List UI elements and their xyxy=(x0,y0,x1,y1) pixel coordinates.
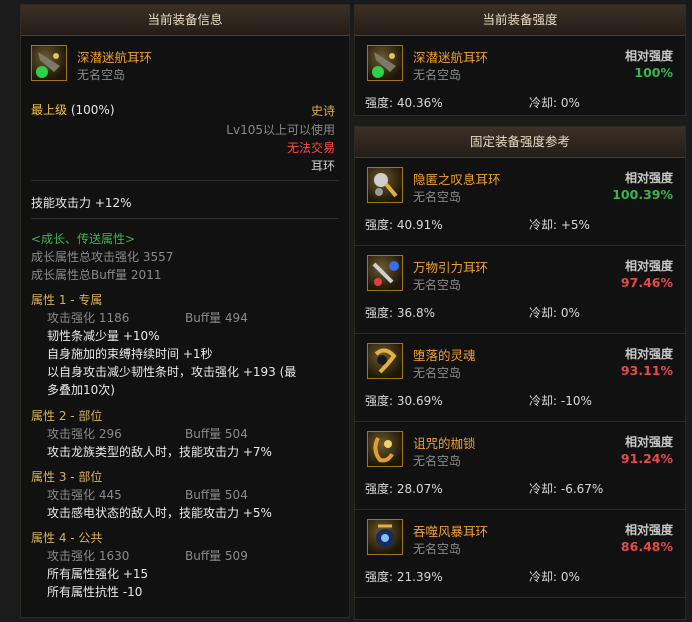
earring-icon-gravity[interactable] xyxy=(367,255,403,291)
item-name: 深潜迷航耳环 xyxy=(77,50,153,65)
item-name: 万物引力耳环 xyxy=(413,260,489,275)
attribute-effect: 以自身攻击减少韧性条时，攻击强化 +193 (最 xyxy=(47,365,297,379)
skill-attack-bonus: 技能攻击力 +12% xyxy=(31,196,132,210)
strength-value: 强度: 30.69% xyxy=(365,394,443,408)
item-source: 无名空岛 xyxy=(413,278,462,292)
relative-strength-label: 相对强度 xyxy=(624,435,673,449)
relative-strength-value: 86.48% xyxy=(620,539,673,554)
attribute-effect: 所有属性抗性 -10 xyxy=(47,585,143,599)
level-requirement: Lv105以上可以使用 xyxy=(226,123,335,137)
growth-total-attack: 成长属性总攻击强化 3557 xyxy=(31,250,174,264)
reference-item-card[interactable]: 诅咒的枷锁无名空岛 相对强度 91.24% 强度: 28.07% 冷却: -6.67% xyxy=(355,421,685,510)
attribute-effect: 所有属性强化 +15 xyxy=(47,567,149,581)
strength-value: 强度: 40.91% xyxy=(365,218,443,232)
growth-total-buff: 成长属性总Buff量 2011 xyxy=(31,268,162,282)
strength-value: 强度: 40.36% xyxy=(365,96,443,110)
earring-icon[interactable] xyxy=(367,45,403,81)
strength-value: 强度: 28.07% xyxy=(365,482,443,496)
reference-item-card[interactable]: 万物引力耳环 无名空岛 相对强度 97.46% 强度: 36.8% 冷却: 0% xyxy=(355,245,685,334)
strength-value: 强度: 36.8% xyxy=(365,306,435,320)
item-source: 无名空岛 xyxy=(413,454,462,468)
attribute-buff: Buff量 504 xyxy=(185,488,248,502)
relative-strength-label: 相对强度 xyxy=(624,259,673,273)
attribute-effect: 攻击感电状态的敌人时，技能攻击力 +5% xyxy=(47,506,272,520)
panel-title: 当前装备信息 xyxy=(21,5,349,36)
cooldown-value: 冷却: 0% xyxy=(529,96,580,110)
current-equipment-info-panel: 当前装备信息 深潜迷航耳环 无名空岛 最上级 (100%) 史诗 Lv105以上… xyxy=(20,4,350,618)
item-name: 隐匿之叹息耳环 xyxy=(413,172,501,187)
item-source: 无名空岛 xyxy=(77,68,126,82)
relative-strength-value: 100% xyxy=(634,65,673,80)
attribute-title: 属性 4 - 公共 xyxy=(31,531,103,545)
rarity-label: 史诗 xyxy=(310,104,335,118)
reference-item-card[interactable]: 吞噬风暴耳环 无名空岛 相对强度 86.48% 强度: 21.39% 冷却: 0% xyxy=(355,509,685,598)
cooldown-value: 冷却: 0% xyxy=(529,306,580,320)
earring-icon-storm[interactable] xyxy=(367,519,403,555)
item-name: 诅咒的枷锁 xyxy=(413,436,476,451)
earring-icon[interactable] xyxy=(31,45,67,81)
panel-title: 固定装备强度参考 xyxy=(355,127,685,158)
current-strength-panel: 当前装备强度 深潜迷航耳环 无名空岛 相对强度 100% 强度: 40.36% … xyxy=(354,4,686,116)
attribute-title: 属性 3 - 部位 xyxy=(31,470,103,484)
attribute-attack: 攻击强化 445 xyxy=(47,488,122,502)
attribute-title: 属性 2 - 部位 xyxy=(31,409,103,423)
attribute-attack: 攻击强化 1630 xyxy=(47,549,130,563)
item-source: 无名空岛 xyxy=(413,68,462,82)
attribute-title: 属性 1 - 专属 xyxy=(31,293,103,307)
reference-item-card[interactable]: 隐匿之叹息耳环 无名空岛 相对强度 100.39% 强度: 40.91% 冷却: +5% xyxy=(355,157,685,246)
attribute-effect: 攻击龙族类型的敌人时，技能攻击力 +7% xyxy=(47,445,272,459)
item-source: 无名空岛 xyxy=(413,542,462,556)
relative-strength-label: 相对强度 xyxy=(624,49,673,63)
reference-item-card[interactable]: 堕落的灵魂无名空岛 相对强度 93.11% 强度: 30.69% 冷却: -10% xyxy=(355,333,685,422)
attribute-effect: 自身施加的束缚持续时间 +1秒 xyxy=(47,347,213,361)
attribute-attack: 攻击强化 1186 xyxy=(47,311,130,325)
earring-icon-sigh[interactable] xyxy=(367,167,403,203)
earring-icon-shackle[interactable] xyxy=(367,431,403,467)
panel-title: 当前装备强度 xyxy=(355,5,685,36)
relative-strength-value: 97.46% xyxy=(620,275,673,290)
relative-strength-label: 相对强度 xyxy=(624,347,673,361)
attribute-attack: 攻击强化 296 xyxy=(47,427,122,441)
attribute-buff: Buff量 504 xyxy=(185,427,248,441)
slot-type: 耳环 xyxy=(310,159,335,173)
relative-strength-value: 100.39% xyxy=(612,187,673,202)
grade-label: 最上级 xyxy=(31,103,68,117)
relative-strength-value: 93.11% xyxy=(620,363,673,378)
reference-strength-panel: 固定装备强度参考 隐匿之叹息耳环 无名空岛 相对强度 100.39% 强度: 40.91… xyxy=(354,126,686,620)
cooldown-value: 冷却: -6.67% xyxy=(529,482,604,496)
item-name: 深潜迷航耳环 xyxy=(413,50,489,65)
cooldown-value: 冷却: 0% xyxy=(529,570,580,584)
cooldown-value: 冷却: -10% xyxy=(529,394,592,408)
attribute-buff: Buff量 509 xyxy=(185,549,248,563)
item-source: 无名空岛 xyxy=(413,190,462,204)
relative-strength-label: 相对强度 xyxy=(624,171,673,185)
grade-percent: (100%) xyxy=(70,103,115,117)
item-source: 无名空岛 xyxy=(413,366,462,380)
attribute-effect: 多叠加10次) xyxy=(47,383,115,397)
earring-icon-soul[interactable] xyxy=(367,343,403,379)
relative-strength-label: 相对强度 xyxy=(624,523,673,537)
item-name: 吞噬风暴耳环 xyxy=(413,524,489,539)
cooldown-value: 冷却: +5% xyxy=(529,218,590,232)
attribute-buff: Buff量 494 xyxy=(185,311,248,325)
trade-restriction: 无法交易 xyxy=(286,141,335,155)
strength-value: 强度: 21.39% xyxy=(365,570,443,584)
attribute-effect: 韧性条减少量 +10% xyxy=(47,329,160,343)
divider xyxy=(31,180,339,181)
growth-title: <成长、传送属性> xyxy=(31,232,136,246)
grade-row: 最上级 (100%) xyxy=(31,101,115,118)
relative-strength-value: 91.24% xyxy=(620,451,673,466)
divider xyxy=(31,218,339,219)
item-name: 堕落的灵魂 xyxy=(413,348,476,363)
